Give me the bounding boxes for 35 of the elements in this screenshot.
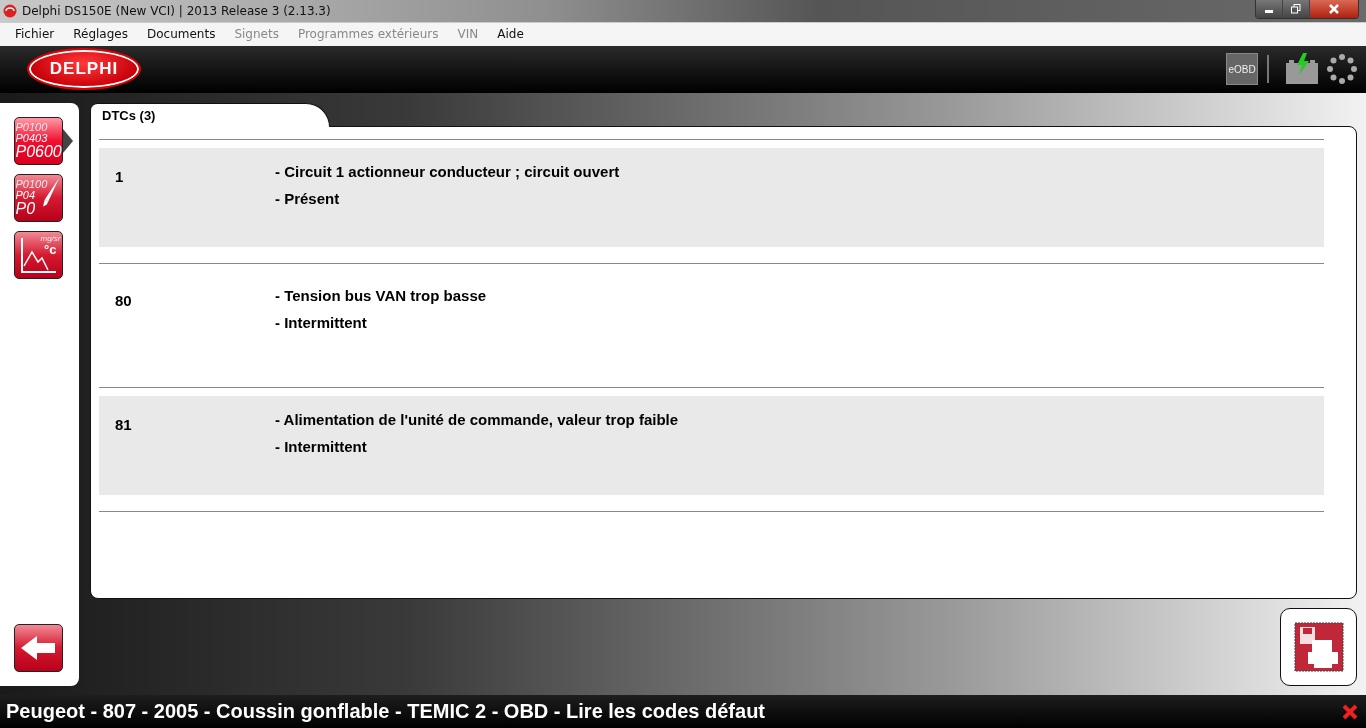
battery-icon xyxy=(1285,53,1319,86)
close-icon[interactable] xyxy=(1342,703,1358,720)
arrow-left-icon xyxy=(20,636,57,661)
close-icon xyxy=(1328,4,1340,14)
pointer-icon xyxy=(63,129,73,154)
back-button[interactable] xyxy=(14,624,63,673)
erase-codes-button[interactable]: P0100 P04 P0 xyxy=(14,174,63,223)
codes-button[interactable]: P0100 P0403 P0600 xyxy=(14,117,63,166)
window-title: Delphi DS150E (New VCI) | 2013 Release 3 (2.13.3) xyxy=(22,3,331,18)
maximize-button[interactable] xyxy=(1283,0,1310,18)
dtc-code: 1 xyxy=(114,167,125,188)
close-button[interactable] xyxy=(1310,0,1358,18)
dtc-description: - Tension bus VAN trop basse xyxy=(275,287,487,305)
save-print-button[interactable] xyxy=(1280,608,1357,687)
dtc-description: - Circuit 1 actionneur conducteur ; circuit ouvert xyxy=(275,163,620,181)
dtc-status: - Présent xyxy=(275,190,341,208)
breadcrumb-text: Peugeot - 807 - 2005 - Coussin gonflable - TEMIC 2 - OBD - Lire les codes défaut xyxy=(6,700,766,724)
eobd-icon: eOBD xyxy=(1226,53,1258,86)
menu-item[interactable]: Fichier xyxy=(15,27,55,42)
menu-item[interactable]: Documents xyxy=(146,27,216,42)
loading-icon xyxy=(1326,53,1358,86)
dtc-status: - Intermittent xyxy=(275,314,368,332)
restore-icon xyxy=(1291,4,1301,14)
delphi-logo: DELPHI xyxy=(27,48,141,91)
dtc-code: 81 xyxy=(114,415,133,436)
menu-item[interactable]: Aide xyxy=(497,27,524,42)
tab[interactable]: DTCs (3) xyxy=(90,103,330,128)
save-print-icon xyxy=(1293,622,1344,673)
dtc-status: - Intermittent xyxy=(275,438,368,456)
dtc-code: 80 xyxy=(114,291,133,312)
live-data-button[interactable]: mg/sr °c xyxy=(14,231,63,280)
dtc-description: - Alimentation de l'unité de commande, valeur trop faible xyxy=(275,411,679,429)
app-icon xyxy=(3,3,17,18)
menu-item[interactable]: Réglages xyxy=(73,27,128,42)
minimize-button[interactable] xyxy=(1256,0,1283,18)
